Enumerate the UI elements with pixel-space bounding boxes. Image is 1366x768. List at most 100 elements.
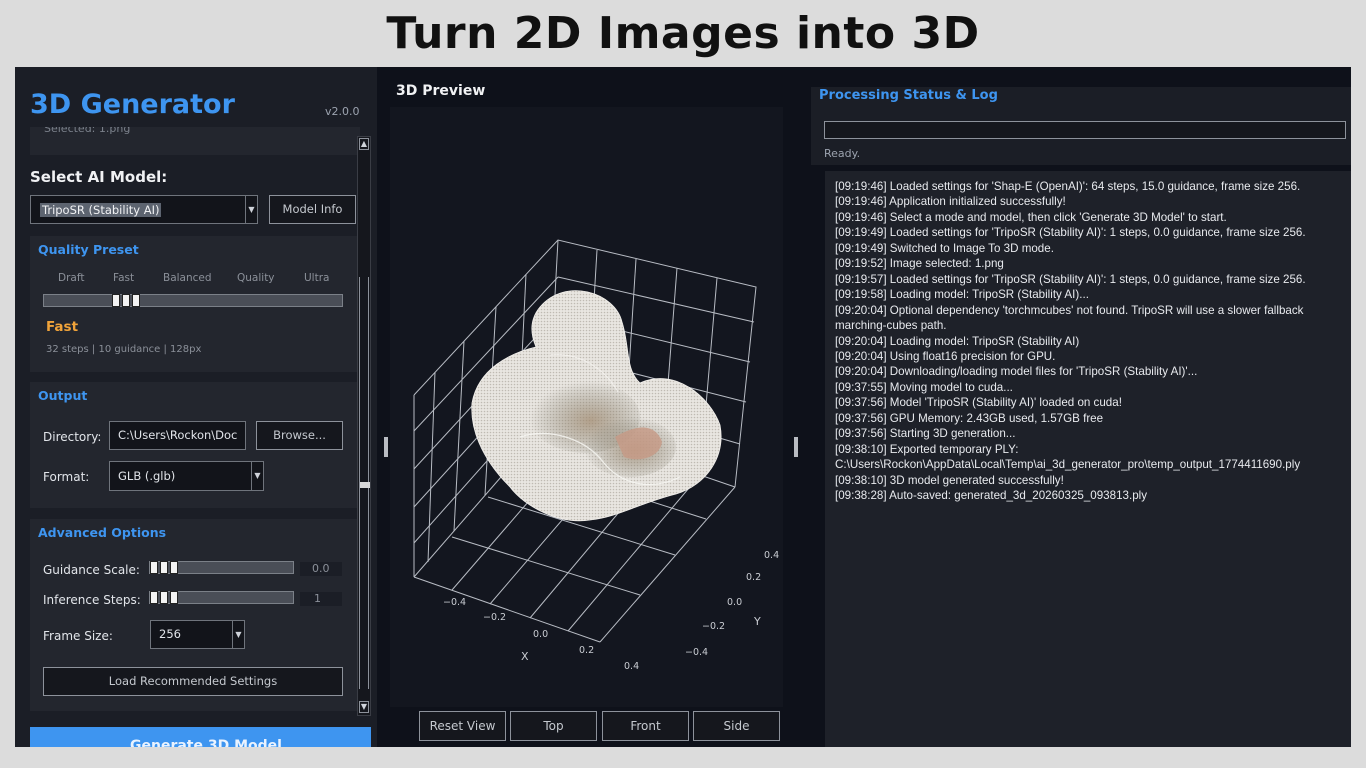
- quality-preset-card: Quality Preset Draft Fast Balanced Quali…: [30, 236, 357, 372]
- model-info-button[interactable]: Model Info: [269, 195, 356, 224]
- banner: Turn 2D Images into 3D: [0, 0, 1366, 66]
- browse-button[interactable]: Browse...: [256, 421, 343, 450]
- settings-panel: 3D Generator v2.0.0 Selected: 1.png ▲ ▼ …: [15, 67, 377, 747]
- directory-label: Directory:: [43, 430, 102, 444]
- y-tick-5: 0.4: [764, 550, 779, 561]
- format-label: Format:: [43, 470, 90, 484]
- scroll-grip: [360, 482, 370, 488]
- log-output[interactable]: [09:19:46] Loaded settings for 'Shap-E (…: [825, 171, 1351, 747]
- model-dropdown-icon[interactable]: ▼: [245, 195, 258, 224]
- output-title: Output: [38, 388, 88, 403]
- guidance-slider[interactable]: [149, 561, 294, 574]
- log-line: [09:38:10] Exported temporary PLY:: [835, 442, 1019, 456]
- advanced-options-title: Advanced Options: [38, 525, 167, 540]
- right-splitter-handle[interactable]: [794, 437, 798, 457]
- log-line: C:\Users\Rockon\AppData\Local\Temp\ai_3d…: [835, 458, 1301, 472]
- preview-title: 3D Preview: [396, 83, 486, 99]
- quality-meta: 32 steps | 10 guidance | 128px: [46, 344, 202, 355]
- log-line: [09:37:56] GPU Memory: 2.43GB used, 1.57…: [835, 411, 1104, 425]
- model-select-value: TripoSR (Stability AI): [40, 203, 162, 217]
- status-text: Ready.: [824, 147, 861, 160]
- model-select[interactable]: TripoSR (Stability AI): [30, 195, 246, 224]
- log-line: [09:19:49] Loaded settings for 'TripoSR …: [835, 226, 1306, 240]
- quality-label-fast: Fast: [113, 272, 135, 284]
- y-tick-2: −0.2: [702, 621, 725, 632]
- quality-slider-thumb[interactable]: [112, 294, 142, 307]
- log-line: [09:37:55] Moving model to cuda...: [835, 380, 1013, 394]
- selected-file-card: Selected: 1.png: [30, 127, 360, 155]
- app-window: 3D Generator v2.0.0 Selected: 1.png ▲ ▼ …: [15, 67, 1351, 747]
- guidance-value: 0.0: [300, 562, 342, 576]
- inference-steps-thumb[interactable]: [150, 591, 158, 604]
- quality-label-quality: Quality: [237, 272, 275, 284]
- log-line: [09:20:04] Loading model: TripoSR (Stabi…: [835, 334, 1080, 348]
- log-line: [09:20:04] Optional dependency 'torchmcu…: [835, 303, 1304, 333]
- inference-steps-value: 1: [300, 592, 342, 606]
- directory-input[interactable]: C:\Users\Rockon\Doc: [109, 421, 246, 450]
- frame-size-label: Frame Size:: [43, 629, 113, 643]
- x-tick-5: 0.4: [624, 661, 639, 672]
- quality-slider[interactable]: [43, 294, 343, 307]
- log-line: [09:38:10] 3D model generated successful…: [835, 473, 1064, 487]
- log-line: [09:20:04] Using float16 precision for G…: [835, 349, 1056, 363]
- side-view-button[interactable]: Side: [693, 711, 780, 741]
- quality-label-ultra: Ultra: [304, 272, 330, 284]
- y-tick-3: 0.0: [727, 597, 742, 608]
- mesh-model: [471, 290, 722, 522]
- generate-3d-button[interactable]: Generate 3D Model: [30, 727, 371, 747]
- generate-3d-label: Generate 3D Model: [130, 738, 282, 747]
- top-view-button[interactable]: Top: [510, 711, 597, 741]
- status-panel: Processing Status & Log Ready. [09:19:46…: [811, 67, 1351, 747]
- advanced-options-card: Advanced Options Guidance Scale: 0.0 Inf…: [30, 519, 357, 711]
- status-title: Processing Status & Log: [819, 88, 998, 103]
- scroll-down-icon[interactable]: ▼: [359, 701, 369, 713]
- log-line: [09:38:28] Auto-saved: generated_3d_2026…: [835, 489, 1148, 503]
- reset-view-button[interactable]: Reset View: [419, 711, 506, 741]
- guidance-label: Guidance Scale:: [43, 563, 140, 577]
- log-line: [09:20:04] Downloading/loading model fil…: [835, 365, 1198, 379]
- guidance-slider-thumb[interactable]: [150, 561, 158, 574]
- app-title: 3D Generator: [30, 89, 235, 120]
- banner-title: Turn 2D Images into 3D: [386, 7, 980, 59]
- x-tick-3: 0.0: [533, 629, 548, 640]
- log-line: [09:19:58] Loading model: TripoSR (Stabi…: [835, 288, 1089, 302]
- version-label: v2.0.0: [325, 105, 360, 118]
- quality-label-balanced: Balanced: [163, 272, 212, 284]
- y-tick-4: 0.2: [746, 572, 761, 583]
- quality-label-draft: Draft: [58, 272, 85, 284]
- log-line: [09:19:46] Application initialized succe…: [835, 195, 1066, 209]
- x-tick-2: −0.2: [483, 612, 506, 623]
- format-dropdown-icon[interactable]: ▼: [251, 461, 264, 491]
- x-tick-1: −0.4: [443, 597, 466, 608]
- log-line: [09:19:46] Select a mode and model, then…: [835, 210, 1227, 224]
- select-model-label: Select AI Model:: [30, 168, 168, 186]
- load-recommended-button[interactable]: Load Recommended Settings: [43, 667, 343, 696]
- preview-canvas[interactable]: −0.4 −0.2 0.0 0.2 0.4 X −0.4 −0.2 0.0 0.…: [390, 107, 783, 707]
- quality-selected-name: Fast: [46, 319, 79, 335]
- panel-scrollbar[interactable]: ▲ ▼: [357, 136, 371, 716]
- inference-steps-slider[interactable]: [149, 591, 294, 604]
- scroll-thumb[interactable]: [359, 277, 370, 689]
- frame-size-select[interactable]: 256: [150, 620, 233, 649]
- y-tick-1: −0.4: [685, 647, 708, 658]
- scroll-up-icon[interactable]: ▲: [359, 138, 369, 150]
- front-view-button[interactable]: Front: [602, 711, 689, 741]
- left-splitter-handle[interactable]: [384, 437, 388, 457]
- log-line: [09:19:49] Switched to Image To 3D mode.: [835, 241, 1054, 255]
- plot-3d: −0.4 −0.2 0.0 0.2 0.4 X −0.4 −0.2 0.0 0.…: [413, 239, 779, 672]
- selected-file-label: Selected: 1.png: [44, 127, 131, 135]
- quality-preset-title: Quality Preset: [38, 242, 139, 257]
- preview-panel: 3D Preview −0.4 −0.2 0.0 0.2 0.4 X −0.4 …: [378, 67, 808, 747]
- log-line: [09:19:46] Loaded settings for 'Shap-E (…: [835, 180, 1301, 193]
- progress-bar: [824, 121, 1346, 139]
- y-axis-label: Y: [753, 615, 761, 628]
- x-tick-4: 0.2: [579, 645, 594, 656]
- log-line: [09:37:56] Model 'TripoSR (Stability AI)…: [835, 396, 1122, 410]
- x-axis-label: X: [521, 650, 529, 663]
- log-line: [09:19:57] Loaded settings for 'TripoSR …: [835, 272, 1306, 286]
- inference-steps-label: Inference Steps:: [43, 593, 141, 607]
- log-line: [09:19:52] Image selected: 1.png: [835, 257, 1004, 271]
- frame-size-dropdown-icon[interactable]: ▼: [232, 620, 245, 649]
- log-line: [09:37:56] Starting 3D generation...: [835, 427, 1016, 441]
- format-select[interactable]: GLB (.glb): [109, 461, 252, 491]
